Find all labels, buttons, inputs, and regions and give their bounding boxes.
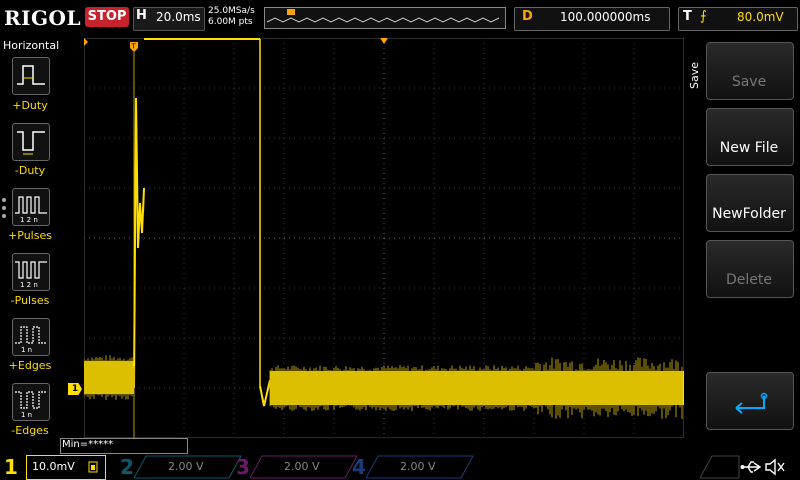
waveform-display[interactable]: T [84, 38, 684, 438]
positive-pulses-label: +Pulses [8, 229, 52, 242]
menu-page-dot [2, 206, 6, 210]
channel3-scale: 2.00 V [284, 460, 320, 473]
horizontal-label: H [136, 8, 147, 23]
svg-text:1 2 n: 1 2 n [20, 281, 38, 289]
speaker-muted-icon[interactable] [764, 458, 786, 476]
positive-duty-icon[interactable] [12, 57, 50, 95]
strip-background [265, 8, 505, 28]
right-menu-title: Save [688, 62, 701, 90]
channel3-number[interactable]: 3 [236, 455, 250, 479]
negative-duty-icon[interactable] [12, 123, 50, 161]
left-menu-title: Horizontal [3, 39, 60, 52]
save-button-label: Save [731, 74, 767, 90]
delay-label: D [522, 9, 533, 24]
new-folder-button[interactable] [706, 174, 794, 232]
channel1-offset-marker[interactable]: 1 [68, 383, 82, 395]
channel1-coupling-icon [88, 461, 98, 473]
positive-duty-label: +Duty [12, 99, 48, 112]
return-arrow-icon [735, 392, 768, 414]
svg-text:1 n: 1 n [21, 346, 32, 354]
negative-edges-icon[interactable]: 1 n [12, 383, 50, 421]
new-folder-button-label: NewFolder [712, 206, 786, 222]
svg-text:1 2 n: 1 2 n [20, 216, 38, 224]
positive-edges-label: +Edges [8, 359, 52, 372]
positive-pulses-icon[interactable]: 1 2 n [12, 188, 50, 226]
channel4-scale: 2.00 V [400, 460, 436, 473]
usb-icon [740, 461, 762, 473]
memory-overview-strip[interactable] [264, 7, 506, 29]
negative-edges-label: -Edges [11, 424, 49, 437]
run-stop-button[interactable]: STOP [85, 7, 129, 27]
positive-edges-icon[interactable]: 1 n [12, 318, 50, 356]
delete-button[interactable] [706, 240, 794, 298]
timebase-value: 20.0ms [156, 10, 201, 24]
overview-trigger-marker [287, 9, 295, 15]
memory-depth: 6.00M pts [208, 17, 253, 27]
delay-value: 100.000000ms [560, 10, 651, 24]
new-file-button-label: New File [719, 140, 779, 156]
trigger-edge-icon: ⨍ [700, 9, 707, 24]
negative-pulses-label: -Pulses [10, 294, 50, 307]
decode-tab[interactable] [700, 455, 740, 479]
menu-page-dot [2, 198, 6, 202]
svg-text:1 n: 1 n [21, 411, 32, 419]
delete-button-label: Delete [726, 272, 772, 288]
menu-page-dot [2, 214, 6, 218]
trigger-label: T [683, 9, 692, 24]
channel2-number[interactable]: 2 [120, 455, 134, 479]
brand-logo: RIGOL [4, 6, 82, 30]
sample-rate: 25.0MSa/s [208, 6, 255, 16]
channel1-scale: 10.0mV [32, 460, 75, 473]
trigger-marker-letter: T [131, 43, 137, 51]
channel4-number[interactable]: 4 [352, 455, 366, 479]
save-button[interactable] [706, 42, 794, 100]
channel1-number[interactable]: 1 [4, 455, 18, 479]
negative-duty-label: -Duty [14, 164, 46, 177]
measurement-min-value: Min=***** [62, 439, 114, 450]
negative-pulses-icon[interactable]: 1 2 n [12, 253, 50, 291]
trigger-level-value: 80.0mV [737, 10, 784, 24]
new-file-button[interactable] [706, 108, 794, 166]
channel2-scale: 2.00 V [168, 460, 204, 473]
